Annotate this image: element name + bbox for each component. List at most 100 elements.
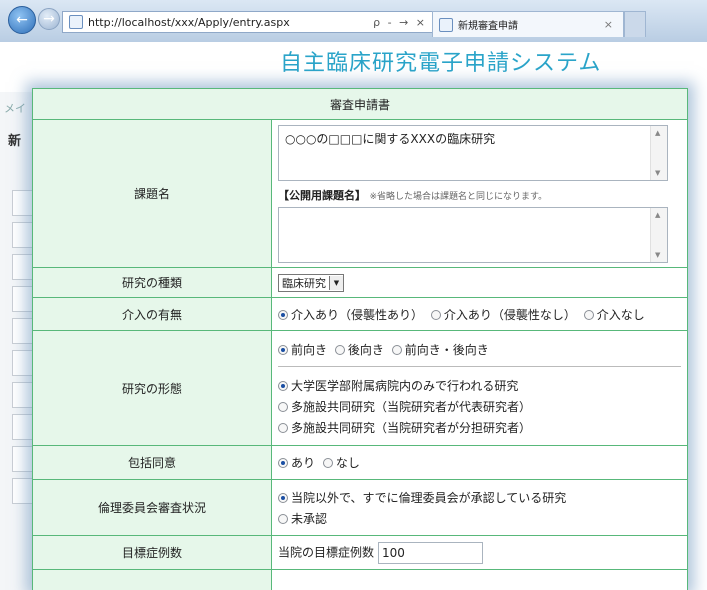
browser-toolbar: ← → http://localhost/xxx/Apply/entry.asp… xyxy=(0,0,707,42)
row-ethics: 倫理委員会審査状況 当院以外で、すでに倫理委員会が承認している研究 未承認 xyxy=(32,479,688,536)
radio-button[interactable] xyxy=(278,380,288,391)
consent-option[interactable]: なし xyxy=(322,456,360,470)
divider xyxy=(278,365,681,367)
radio-button[interactable] xyxy=(278,458,288,468)
radio-button[interactable] xyxy=(334,344,345,355)
type-select-value: 臨床研究 xyxy=(282,276,326,290)
radio-button[interactable] xyxy=(278,513,288,524)
radio-label: あり xyxy=(291,456,316,470)
list-item xyxy=(12,414,33,440)
list-item xyxy=(12,350,33,376)
radio-label: 後向き xyxy=(347,342,384,357)
radio-label: 介入あり（侵襲性あり） xyxy=(291,307,424,322)
list-item xyxy=(12,382,33,408)
ethics-label: 倫理委員会審査状況 xyxy=(32,479,272,536)
intervention-label: 介入の有無 xyxy=(32,297,272,331)
public-subject-textarea[interactable]: ▲ ▼ xyxy=(278,206,668,263)
page-icon xyxy=(69,15,83,29)
list-item xyxy=(12,222,33,248)
browser-tab[interactable]: 新規審査申請 × xyxy=(432,11,624,37)
intervention-option[interactable]: 介入あり（侵襲性なし） xyxy=(430,307,576,322)
radio-button[interactable] xyxy=(322,458,333,468)
consent-label: 包括同意 xyxy=(32,445,272,480)
public-subject-text xyxy=(279,208,667,216)
scroll-down-icon[interactable]: ▼ xyxy=(655,169,660,177)
subject-cell: ○○○の□□□に関するXXXの臨床研究 ▲ ▼ 【公開用課題名】 ※省略した場合は… xyxy=(271,119,688,268)
dropdown-arrow-icon[interactable]: ▼ xyxy=(329,275,343,290)
radio-button[interactable] xyxy=(278,422,288,433)
back-arrow-icon[interactable]: ← xyxy=(8,6,36,34)
radio-button[interactable] xyxy=(278,401,288,412)
direction-group: 前向き 後向き 前向き・後向き xyxy=(278,339,681,360)
radio-label: 介入あり（侵襲性なし） xyxy=(443,307,576,322)
form-cell: 前向き 後向き 前向き・後向き 大学医学部附属病院内のみで行われる研究 多施設共… xyxy=(271,330,688,446)
target-count-input[interactable]: 100 xyxy=(378,541,484,564)
scroll-up-icon[interactable]: ▲ xyxy=(655,129,660,137)
address-tools-icon[interactable]: ρ - → × xyxy=(373,16,427,29)
radio-button[interactable] xyxy=(430,309,441,320)
left-menu-peek: メイ xyxy=(4,102,26,115)
scroll-down-icon[interactable]: ▼ xyxy=(655,251,660,259)
intervention-cell: 介入あり（侵襲性あり） 介入あり（侵襲性なし） 介入なし xyxy=(271,297,688,331)
ethics-option[interactable]: 未承認 xyxy=(278,508,681,529)
next-row-label xyxy=(32,569,272,590)
application-form: 課題名 ○○○の□□□に関するXXXの臨床研究 ▲ ▼ 【公開用課題名】 ※省略し… xyxy=(32,119,688,590)
site-option[interactable]: 多施設共同研究（当院研究者が分担研究者） xyxy=(278,417,681,438)
list-item xyxy=(12,190,33,216)
public-subject-note: ※省略した場合は課題名と同じになります。 xyxy=(369,191,548,202)
list-item xyxy=(12,446,33,472)
radio-label: 多施設共同研究（当院研究者が代表研究者） xyxy=(291,399,532,414)
close-tab-icon[interactable]: × xyxy=(604,18,613,31)
radio-label: 前向き・後向き xyxy=(404,342,489,357)
radio-label: 未承認 xyxy=(291,511,328,526)
ethics-cell: 当院以外で、すでに倫理委員会が承認している研究 未承認 xyxy=(271,479,688,536)
address-url[interactable]: http://localhost/xxx/Apply/entry.aspx xyxy=(88,16,373,29)
left-panel: メイ 新 xyxy=(0,92,33,590)
public-subject-label: 【公開用課題名】 xyxy=(278,188,366,202)
row-form: 研究の形態 前向き 後向き 前向き・後向き 大学医学部附属病院内のみで行われる研… xyxy=(32,330,688,446)
next-row-cell xyxy=(271,569,688,590)
target-cell: 当院の目標症例数 100 xyxy=(271,535,688,570)
radio-label: 前向き xyxy=(291,342,328,357)
consent-option[interactable]: あり xyxy=(278,456,315,470)
radio-label: 介入なし xyxy=(596,307,645,322)
target-prefix: 当院の目標症例数 xyxy=(278,545,375,559)
direction-option[interactable]: 前向き・後向き xyxy=(391,342,489,357)
scrollbar[interactable]: ▲ ▼ xyxy=(650,125,667,180)
intervention-option[interactable]: 介入あり（侵襲性あり） xyxy=(278,308,423,322)
radio-label: 当院以外で、すでに倫理委員会が承認している研究 xyxy=(291,490,567,505)
radio-label: 大学医学部附属病院内のみで行われる研究 xyxy=(291,378,519,393)
form-label: 研究の形態 xyxy=(32,330,272,446)
new-tab-button[interactable] xyxy=(624,11,646,37)
radio-button[interactable] xyxy=(583,309,594,320)
target-label: 目標症例数 xyxy=(32,535,272,570)
row-intervention: 介入の有無 介入あり（侵襲性あり） 介入あり（侵襲性なし） 介入なし xyxy=(32,297,688,331)
site-option[interactable]: 大学医学部附属病院内のみで行われる研究 xyxy=(278,375,681,396)
scrollbar[interactable]: ▲ ▼ xyxy=(650,207,667,262)
site-option[interactable]: 多施設共同研究（当院研究者が代表研究者） xyxy=(278,396,681,417)
ethics-option[interactable]: 当院以外で、すでに倫理委員会が承認している研究 xyxy=(278,487,681,508)
subject-textarea[interactable]: ○○○の□□□に関するXXXの臨床研究 ▲ ▼ xyxy=(278,124,668,181)
dialog-title: 審査申請書 xyxy=(32,88,688,119)
app-title: 自主臨床研究電子申請システム xyxy=(280,51,602,76)
direction-option[interactable]: 後向き xyxy=(334,342,384,357)
public-subject-caption: 【公開用課題名】 ※省略した場合は課題名と同じになります。 xyxy=(278,187,681,203)
list-item xyxy=(12,254,33,280)
intervention-option[interactable]: 介入なし xyxy=(583,307,645,322)
left-new-peek: 新 xyxy=(8,134,22,149)
direction-option[interactable]: 前向き xyxy=(278,343,327,357)
type-select[interactable]: 臨床研究 ▼ xyxy=(278,273,344,292)
radio-button[interactable] xyxy=(278,492,288,503)
list-item xyxy=(12,286,33,312)
radio-button[interactable] xyxy=(391,344,402,355)
radio-button[interactable] xyxy=(278,344,288,355)
subject-text: ○○○の□□□に関するXXXの臨床研究 xyxy=(285,131,496,146)
row-consent: 包括同意 あり なし xyxy=(32,445,688,480)
address-bar[interactable]: http://localhost/xxx/Apply/entry.aspx ρ … xyxy=(62,11,434,33)
scroll-up-icon[interactable]: ▲ xyxy=(655,211,660,219)
forward-arrow-icon[interactable]: → xyxy=(38,8,60,30)
radio-button[interactable] xyxy=(278,309,288,320)
row-type: 研究の種類 臨床研究 ▼ xyxy=(32,267,688,298)
page-icon xyxy=(439,17,453,32)
application-dialog: 審査申請書 課題名 ○○○の□□□に関するXXXの臨床研究 ▲ ▼ 【公開用課題名… xyxy=(32,88,688,590)
